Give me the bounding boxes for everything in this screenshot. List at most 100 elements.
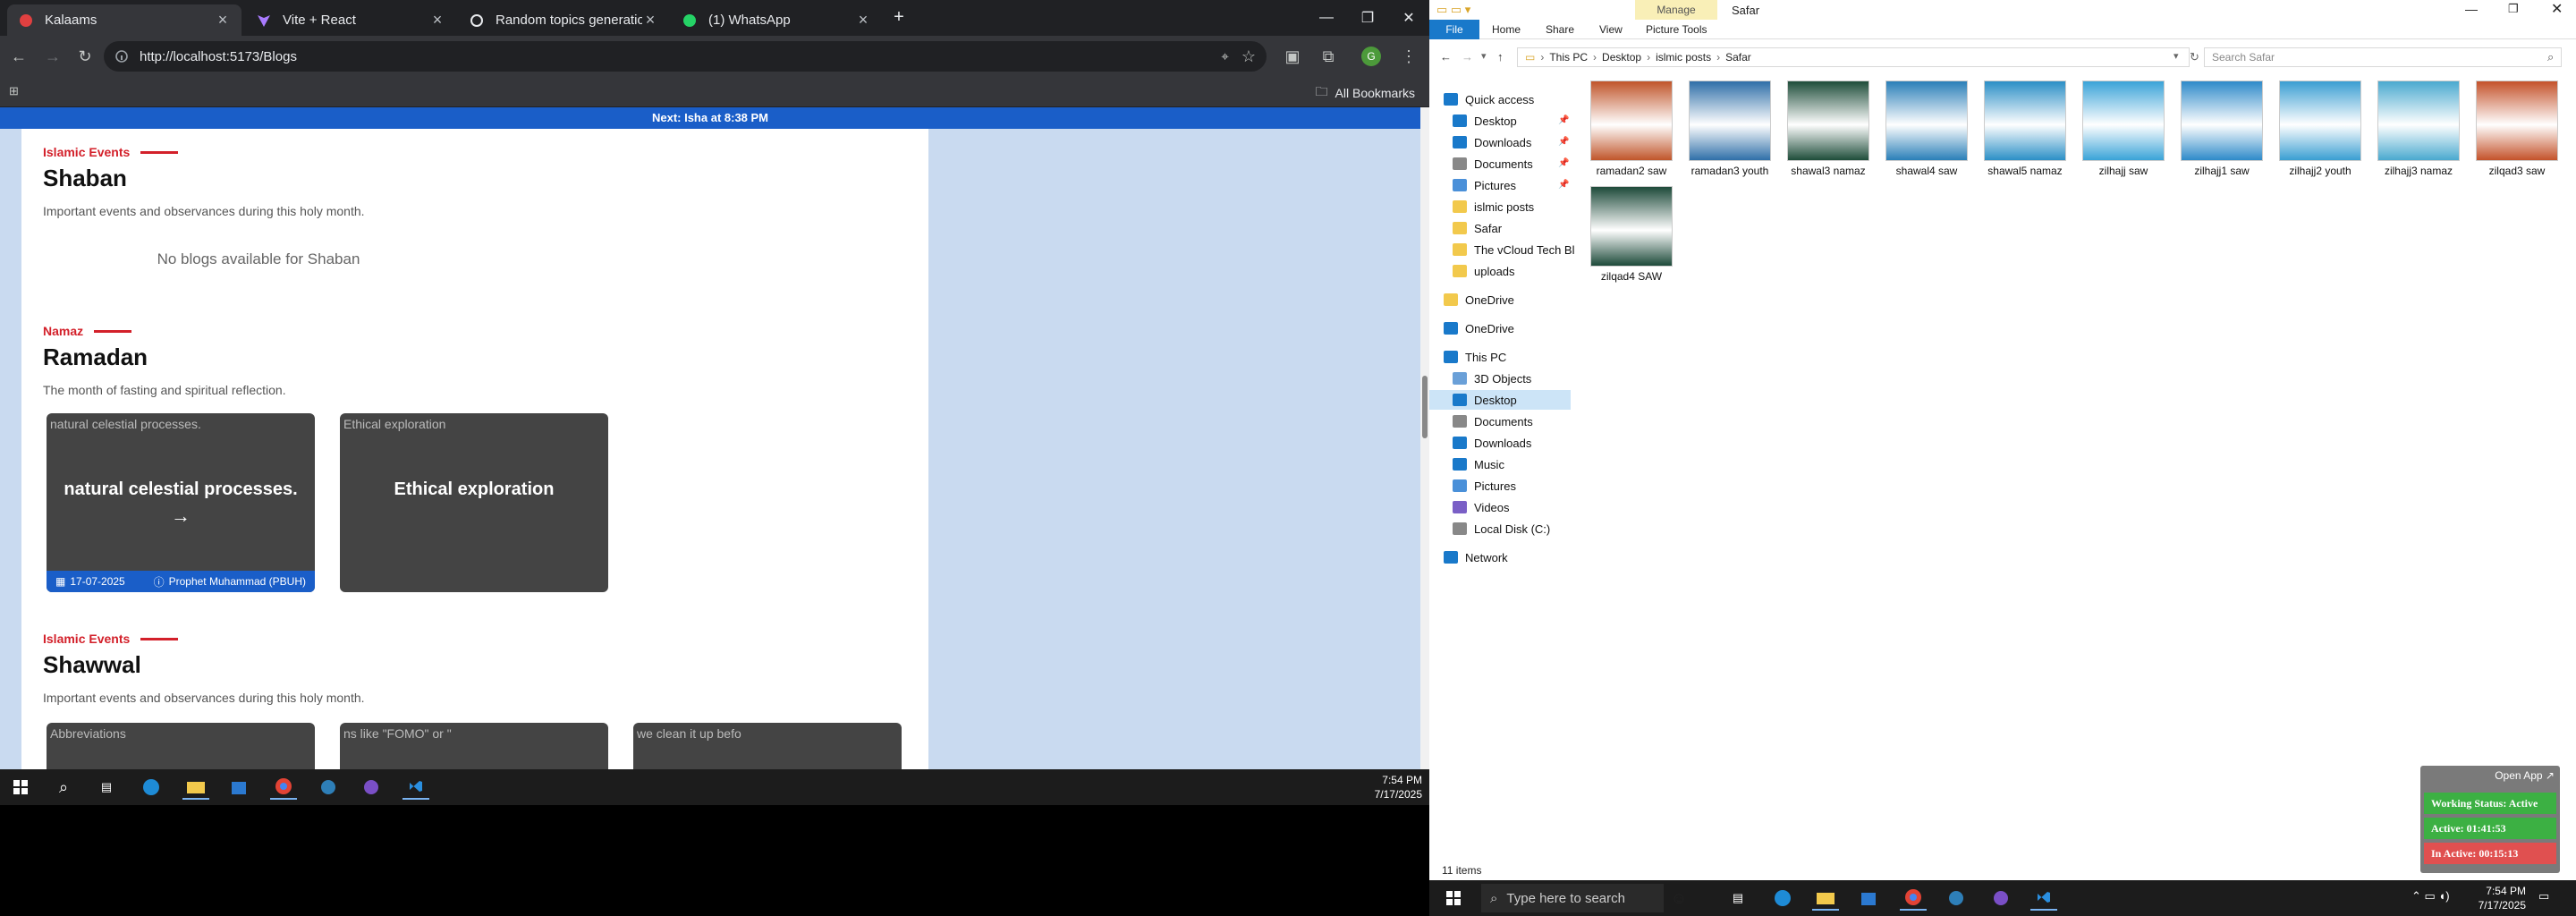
nav-item[interactable]: Pictures	[1453, 175, 1516, 195]
minimize-button[interactable]: —	[2465, 2, 2478, 16]
menu-kebab-icon[interactable]: ⋮	[1395, 43, 1422, 70]
ribbon-tab-file[interactable]: File	[1429, 20, 1479, 39]
windows-start-icon[interactable]	[7, 775, 34, 800]
blog-card[interactable]: Abbreviations	[47, 723, 315, 769]
nav-item[interactable]: Safar	[1453, 218, 1502, 238]
task-view-icon[interactable]: ▤	[93, 775, 120, 800]
breadcrumb-item[interactable]: islmic posts	[1656, 48, 1711, 66]
recent-dropdown-icon[interactable]: ▾	[1481, 50, 1487, 62]
blog-card[interactable]: we clean it up befo	[633, 723, 902, 769]
profile-avatar[interactable]: G	[1358, 43, 1385, 70]
vscode-icon[interactable]	[2030, 886, 2057, 911]
nav-item[interactable]: Downloads	[1453, 433, 1531, 453]
star-icon[interactable]: ☆	[1241, 47, 1256, 66]
back-button[interactable]: ←	[5, 43, 32, 70]
edge-icon[interactable]	[1769, 886, 1796, 911]
breadcrumb[interactable]: ▭ › This PC › Desktop › islmic posts › Safa…	[1517, 47, 2190, 67]
tab-vite-react[interactable]: Vite + React ×	[245, 4, 456, 36]
file-explorer-icon[interactable]	[182, 775, 209, 800]
ribbon-tab-picture-tools[interactable]: Picture Tools	[1646, 20, 1707, 39]
ribbon-tab-share[interactable]: Share	[1546, 20, 1574, 39]
reload-button[interactable]: ↻	[72, 43, 98, 70]
nav-item[interactable]: Music	[1453, 454, 1504, 474]
blog-card[interactable]: ns like "FOMO" or "	[340, 723, 608, 769]
extension-icon[interactable]: ▣	[1279, 43, 1306, 70]
close-icon[interactable]: ×	[429, 11, 445, 30]
extensions-puzzle-icon[interactable]: ⧉	[1315, 43, 1342, 70]
tab-kalaams[interactable]: Kalaams ×	[7, 4, 242, 36]
new-tab-button[interactable]: +	[887, 7, 911, 30]
windows-start-icon[interactable]	[1440, 886, 1467, 911]
apps-grid-icon[interactable]: ⊞	[9, 84, 19, 98]
nav-item[interactable]: Quick access	[1444, 89, 1534, 109]
task-view-icon[interactable]: ▤	[1724, 886, 1751, 911]
close-window-button[interactable]: ✕	[2551, 0, 2563, 18]
nav-item[interactable]: Pictures	[1453, 476, 1516, 496]
taskbar-search-box[interactable]: ⌕ Type here to search	[1481, 884, 1664, 912]
nav-item[interactable]: uploads	[1453, 261, 1515, 281]
nav-item[interactable]: Desktop	[1429, 390, 1571, 410]
nav-item[interactable]: OneDrive	[1444, 290, 1514, 310]
file-thumbnail[interactable]: zilhajj2 youth	[2277, 81, 2363, 177]
minimize-button[interactable]: —	[1306, 0, 1347, 36]
search-input[interactable]: Search Safar	[2204, 47, 2562, 67]
nav-item[interactable]: Documents	[1453, 411, 1533, 431]
nav-item[interactable]: Local Disk (C:)	[1453, 519, 1550, 539]
vscode-icon[interactable]	[402, 775, 429, 800]
store-icon[interactable]	[1855, 886, 1882, 911]
nav-item[interactable]: Downloads	[1453, 132, 1531, 152]
page-scrollbar[interactable]	[1420, 107, 1429, 769]
nav-item[interactable]: Documents	[1453, 154, 1533, 174]
nav-item[interactable]: Network	[1444, 547, 1508, 567]
github-icon[interactable]	[358, 775, 385, 800]
restore-button[interactable]: ❐	[1347, 0, 1388, 36]
file-thumbnail[interactable]: ramadan2 saw	[1589, 81, 1674, 177]
open-app-link[interactable]: Open App ↗	[2495, 769, 2555, 782]
file-thumbnail[interactable]: zilqad3 saw	[2474, 81, 2560, 177]
refresh-icon[interactable]: ↻	[2190, 50, 2199, 64]
file-thumbnail[interactable]: zilhajj3 namaz	[2376, 81, 2462, 177]
nav-item[interactable]: Videos	[1453, 497, 1510, 517]
up-button[interactable]: ↑	[1497, 50, 1504, 64]
restore-button[interactable]: ❐	[2508, 2, 2519, 16]
app-icon[interactable]	[1943, 886, 1970, 911]
breadcrumb-item[interactable]: Desktop	[1602, 48, 1641, 66]
arrow-right-icon[interactable]: →	[47, 505, 315, 528]
ribbon-tab-home[interactable]: Home	[1492, 20, 1521, 39]
emoji-widget-icon[interactable]: ☺	[1665, 886, 1692, 911]
clock[interactable]: 7:54 PM 7/17/2025	[1375, 773, 1422, 802]
nav-item[interactable]: OneDrive	[1444, 318, 1514, 338]
file-thumbnail[interactable]: zilhajj1 saw	[2179, 81, 2265, 177]
forward-button[interactable]: →	[39, 43, 66, 70]
file-thumbnail[interactable]: ramadan3 youth	[1687, 81, 1773, 177]
nav-item[interactable]: islmic posts	[1453, 197, 1534, 216]
edge-icon[interactable]	[138, 775, 165, 800]
scrollbar-thumb[interactable]	[1422, 376, 1428, 438]
all-bookmarks-button[interactable]: 🗀 All Bookmarks	[1316, 82, 1415, 104]
close-icon[interactable]: ×	[855, 11, 871, 30]
tab-random-topics[interactable]: Random topics generation ×	[458, 4, 669, 36]
file-thumbnail[interactable]: shawal4 saw	[1884, 81, 1970, 177]
blog-card[interactable]: Ethical exploration Ethical exploration	[340, 413, 608, 592]
nav-item[interactable]: 3D Objects	[1453, 369, 1531, 388]
chevron-down-icon[interactable]: ▾	[2174, 50, 2179, 62]
breadcrumb-item[interactable]: Safar	[1725, 48, 1751, 66]
github-icon[interactable]	[1987, 886, 2014, 911]
file-explorer-icon[interactable]	[1812, 886, 1839, 911]
manage-contextual-tab[interactable]: Manage	[1635, 0, 1717, 20]
search-icon[interactable]: ⌕	[50, 775, 77, 800]
ribbon-tab-view[interactable]: View	[1599, 20, 1623, 39]
tab-whatsapp[interactable]: (1) WhatsApp ×	[671, 4, 882, 36]
address-bar[interactable]: http://localhost:5173/Blogs ⌖ ☆	[104, 41, 1267, 72]
forward-button[interactable]: →	[1462, 50, 1473, 64]
close-icon[interactable]: ×	[215, 11, 231, 30]
nav-item[interactable]: This PC	[1444, 347, 1506, 367]
chrome-icon[interactable]	[270, 775, 297, 800]
close-icon[interactable]: ×	[642, 11, 658, 30]
close-window-button[interactable]: ✕	[1388, 0, 1429, 36]
system-tray-icons[interactable]: ⌃ ▭ ◖)	[2411, 889, 2450, 903]
quick-access-toolbar-icon[interactable]: ▭ ▭ ▾	[1436, 3, 1470, 17]
notifications-icon[interactable]: ▭	[2538, 889, 2549, 903]
store-icon[interactable]	[225, 775, 252, 800]
breadcrumb-item[interactable]: This PC	[1549, 48, 1588, 66]
